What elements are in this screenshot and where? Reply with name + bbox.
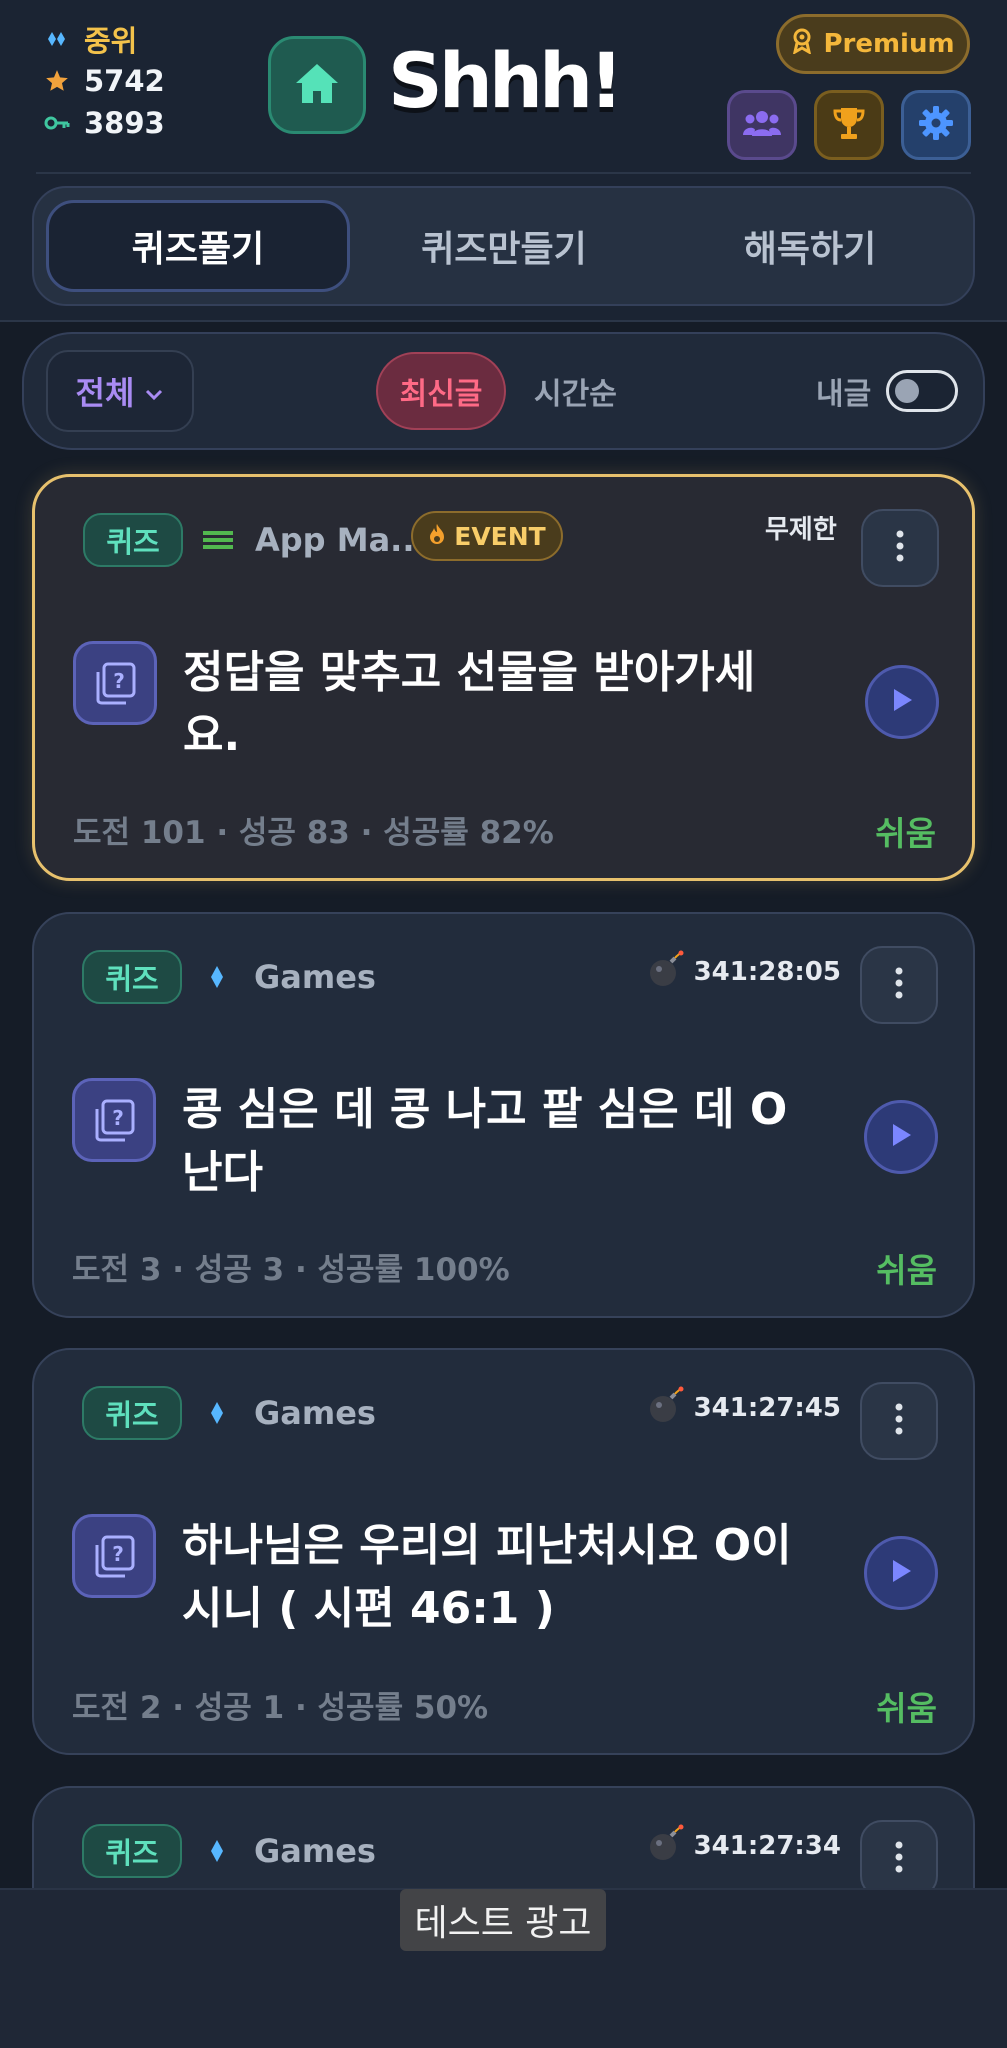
sort-latest-button[interactable]: 최신글: [376, 352, 506, 430]
header-divider: [36, 172, 971, 174]
play-button[interactable]: [865, 665, 939, 739]
play-button[interactable]: [864, 1100, 938, 1174]
more-options-button[interactable]: [860, 1820, 938, 1898]
play-icon: [890, 687, 914, 717]
diamond-icon: [202, 1400, 232, 1426]
settings-button[interactable]: [901, 90, 971, 160]
premium-button[interactable]: Premium: [776, 14, 970, 74]
more-options-button[interactable]: [861, 509, 939, 587]
quiz-tag: 퀴즈: [82, 1386, 182, 1440]
countdown-timer: 341:27:34: [648, 1824, 841, 1868]
app-category-icon: [203, 527, 233, 553]
ad-label: 테스트 광고: [400, 1889, 606, 1951]
trophy-button[interactable]: [814, 90, 884, 160]
home-button[interactable]: [268, 36, 366, 134]
difficulty-label: 쉬움: [876, 1251, 937, 1290]
quiz-stats: 도전 101 · 성공 83 · 성공률 82%: [73, 815, 554, 851]
chevron-down-icon: [144, 372, 164, 410]
quiz-card[interactable]: 퀴즈 Games 341:27:45 ? 하나님은 우리의 피난처시요 O이시니…: [32, 1348, 975, 1755]
quiz-stats: 도전 3 · 성공 3 · 성공률 100%: [72, 1252, 510, 1288]
bomb-icon: [648, 1824, 684, 1869]
quiz-question: 하나님은 우리의 피난처시요 O이시니 ( 시편 46:1 ): [182, 1520, 792, 1634]
quiz-card[interactable]: 퀴즈 App Ma... EVENT 무제한 ? 정답을 맞추고 선물을 받아가…: [32, 474, 975, 881]
more-vertical-icon: [895, 967, 903, 1003]
quiz-tag: 퀴즈: [83, 513, 183, 567]
rank-label: 중위: [84, 24, 138, 58]
svg-text:?: ?: [113, 669, 125, 693]
quiz-tag: 퀴즈: [82, 950, 182, 1004]
timer-value: 341:27:45: [693, 1393, 841, 1423]
premium-label: Premium: [823, 29, 955, 59]
more-options-button[interactable]: [860, 1382, 938, 1460]
app-logo: Shhh!: [388, 36, 624, 125]
tab-make-quiz[interactable]: 퀴즈만들기: [352, 200, 656, 292]
timer-value: 341:28:05: [693, 957, 841, 987]
timer-value: 341:27:34: [693, 1831, 841, 1861]
key-icon: [44, 110, 70, 136]
more-vertical-icon: [895, 1403, 903, 1439]
difficulty-label: 쉬움: [876, 1689, 937, 1728]
tab-solve-quiz[interactable]: 퀴즈풀기: [46, 200, 350, 292]
bomb-icon: [648, 1386, 684, 1431]
star-icon: [44, 68, 70, 94]
quiz-book-icon: ?: [72, 1078, 156, 1162]
category-name: App Ma...: [255, 521, 427, 559]
more-options-button[interactable]: [860, 946, 938, 1024]
more-vertical-icon: [896, 530, 904, 566]
medal-icon: [791, 28, 813, 61]
category-label: 전체: [75, 374, 135, 412]
more-vertical-icon: [895, 1841, 903, 1877]
key-stat: 3893: [44, 102, 165, 144]
event-badge: EVENT: [411, 511, 563, 561]
key-count: 3893: [84, 106, 165, 140]
svg-text:?: ?: [112, 1106, 124, 1130]
bomb-icon: [648, 950, 684, 995]
category-name: Games: [254, 958, 376, 996]
star-stat: 5742: [44, 60, 165, 102]
fire-icon: [428, 522, 446, 551]
play-icon: [889, 1558, 913, 1588]
quiz-tag: 퀴즈: [82, 1824, 182, 1878]
event-label: EVENT: [454, 521, 546, 551]
top-header: 중위 5742 3893 Shhh! Premium 퀴즈풀기 퀴즈만들기 해독…: [0, 0, 1007, 322]
diamond-icon: [202, 1838, 232, 1864]
toggle-knob: [895, 379, 919, 403]
diamond-icon: [44, 26, 70, 52]
play-button[interactable]: [864, 1536, 938, 1610]
tab-decode[interactable]: 해독하기: [658, 200, 962, 292]
my-posts-toggle[interactable]: [886, 370, 958, 412]
category-name: Games: [254, 1832, 376, 1870]
users-icon: [742, 108, 782, 142]
my-posts-label: 내글: [816, 377, 872, 412]
quiz-question: 콩 심은 데 콩 나고 팥 심은 데 O 난다: [182, 1084, 788, 1198]
difficulty-label: 쉬움: [875, 814, 936, 853]
quiz-card[interactable]: 퀴즈 Games 341:28:05 ? 콩 심은 데 콩 나고 팥 심은 데 …: [32, 912, 975, 1318]
star-count: 5742: [84, 64, 165, 98]
quiz-book-icon: ?: [73, 641, 157, 725]
diamond-icon: [202, 964, 232, 990]
countdown-timer: 341:27:45: [648, 1386, 841, 1430]
play-icon: [889, 1122, 913, 1152]
filter-bar: 전체 최신글 시간순 내글: [22, 332, 985, 450]
rank-stat: 중위: [44, 18, 165, 60]
time-limit: 무제한: [765, 515, 837, 545]
svg-text:?: ?: [112, 1542, 124, 1566]
category-dropdown[interactable]: 전체: [46, 350, 194, 432]
quiz-question: 정답을 맞추고 선물을 받아가세요.: [183, 647, 756, 761]
home-icon: [294, 61, 340, 109]
trophy-icon: [832, 105, 866, 145]
user-stats: 중위 5742 3893: [44, 18, 165, 144]
main-tabs: 퀴즈풀기 퀴즈만들기 해독하기: [32, 186, 975, 306]
quiz-stats: 도전 2 · 성공 1 · 성공률 50%: [72, 1690, 489, 1726]
friends-button[interactable]: [727, 90, 797, 160]
countdown-timer: 341:28:05: [648, 950, 841, 994]
quiz-book-icon: ?: [72, 1514, 156, 1598]
gear-icon: [917, 104, 955, 146]
sort-time-button[interactable]: 시간순: [534, 352, 617, 430]
category-name: Games: [254, 1394, 376, 1432]
